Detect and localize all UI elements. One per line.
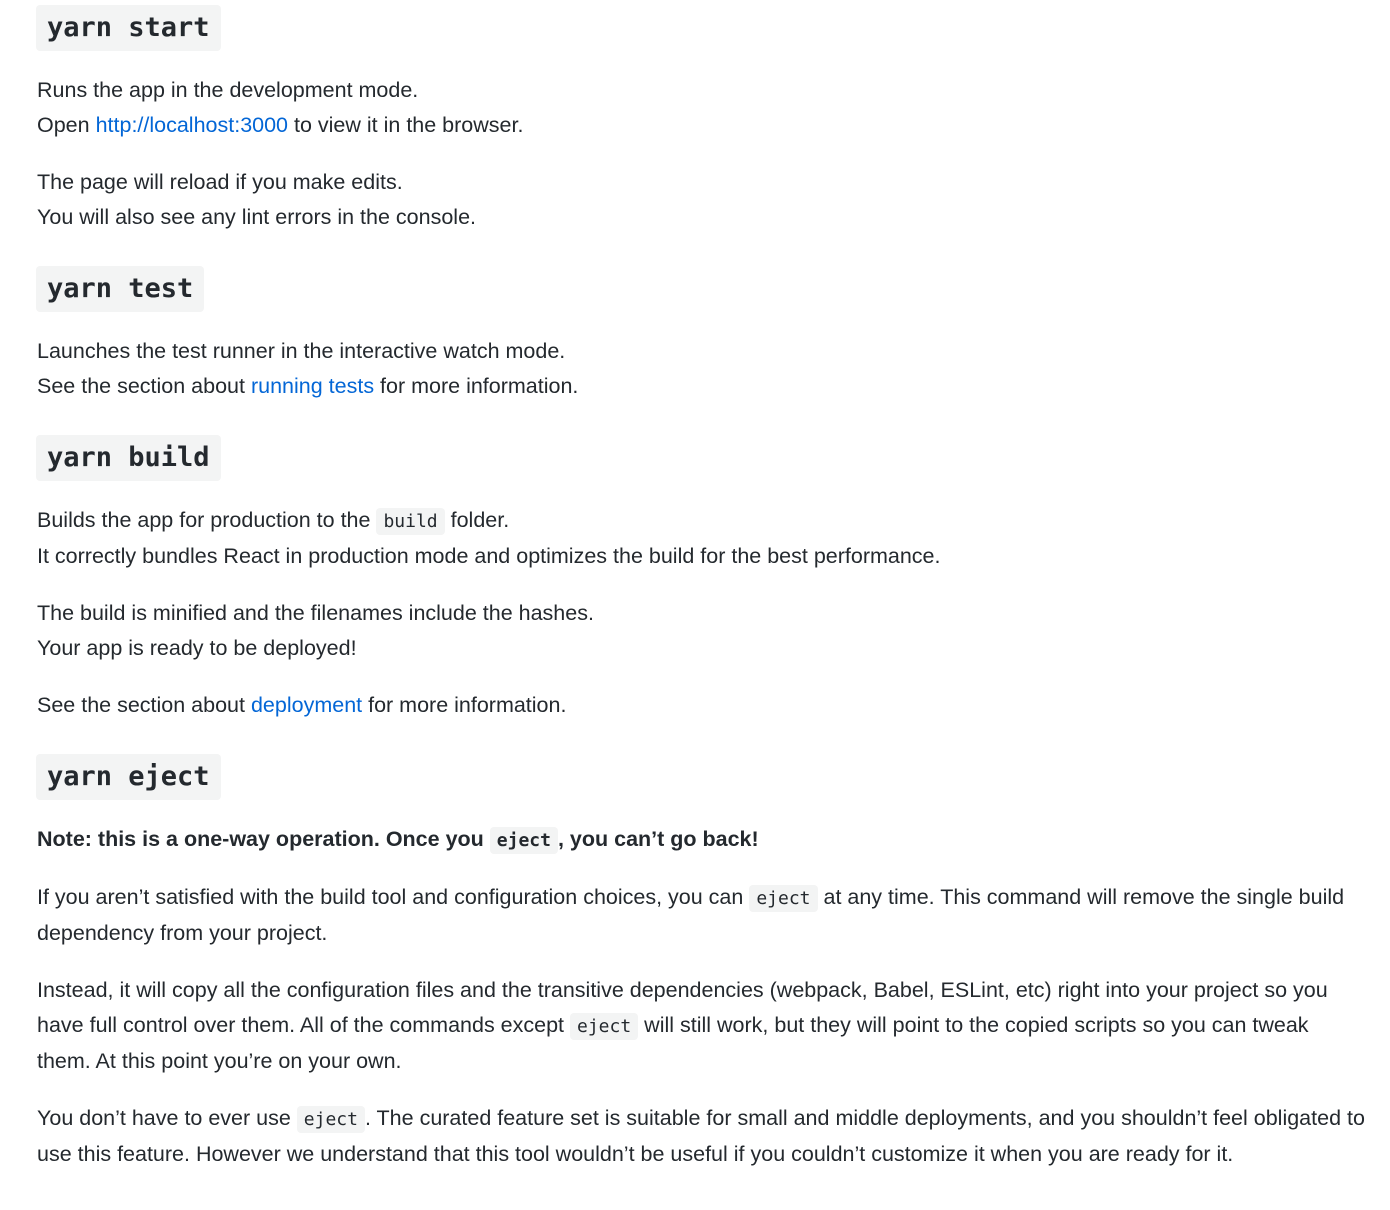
heading-code: yarn start: [36, 5, 221, 51]
heading-code: yarn eject: [36, 754, 221, 800]
localhost-link[interactable]: http://localhost:3000: [96, 113, 288, 137]
heading-code: yarn test: [36, 266, 205, 312]
text: for more information.: [374, 374, 579, 398]
text: Open: [37, 113, 96, 137]
heading-code: yarn build: [36, 435, 221, 481]
readme-document: yarn start Runs the app in the developme…: [36, 5, 1367, 1194]
text: for more information.: [362, 693, 567, 717]
note-text: Note: this is a one-way operation. Once …: [37, 827, 759, 854]
inline-code: eject: [570, 1013, 639, 1040]
paragraph: See the section about deployment for mor…: [37, 688, 1367, 723]
paragraph: Instead, it will copy all the configurat…: [37, 973, 1367, 1079]
text: to view it in the browser.: [288, 113, 524, 137]
text: If you aren’t satisfied with the build t…: [37, 885, 750, 909]
inline-code: build: [376, 508, 445, 535]
text: The page will reload if you make edits.: [37, 170, 403, 194]
text: Note: this is a one-way operation. Once …: [37, 827, 490, 851]
paragraph: The page will reload if you make edits. Y…: [37, 165, 1367, 235]
deployment-link[interactable]: deployment: [251, 693, 362, 717]
text: See the section about: [37, 374, 251, 398]
inline-code: eject: [489, 827, 558, 854]
text: You don’t have to ever use: [37, 1106, 297, 1130]
text: It correctly bundles React in production…: [37, 544, 941, 568]
text: , you can’t go back!: [557, 827, 759, 851]
text: Your app is ready to be deployed!: [37, 636, 357, 660]
text: Runs the app in the development mode.: [37, 78, 419, 102]
text: You will also see any lint errors in the…: [37, 205, 476, 229]
text: The build is minified and the filenames …: [37, 601, 594, 625]
running-tests-link[interactable]: running tests: [251, 374, 374, 398]
paragraph: Launches the test runner in the interact…: [37, 334, 1367, 404]
paragraph: The build is minified and the filenames …: [37, 596, 1367, 666]
text: Builds the app for production to the: [37, 508, 377, 532]
inline-code: eject: [749, 885, 818, 912]
text: folder.: [444, 508, 510, 532]
paragraph: Runs the app in the development mode. Ope…: [37, 73, 1367, 143]
heading-yarn-build: yarn build: [36, 435, 1367, 481]
note-paragraph: Note: this is a one-way operation. Once …: [37, 822, 1367, 858]
paragraph: You don’t have to ever use eject. The cu…: [37, 1101, 1367, 1172]
heading-yarn-start: yarn start: [36, 5, 1367, 51]
paragraph: Builds the app for production to the bui…: [37, 503, 1367, 574]
heading-yarn-test: yarn test: [36, 266, 1367, 312]
inline-code: eject: [296, 1106, 365, 1133]
text: Launches the test runner in the interact…: [37, 339, 566, 363]
text: See the section about: [37, 693, 251, 717]
heading-yarn-eject: yarn eject: [36, 754, 1367, 800]
paragraph: If you aren’t satisfied with the build t…: [37, 880, 1367, 951]
